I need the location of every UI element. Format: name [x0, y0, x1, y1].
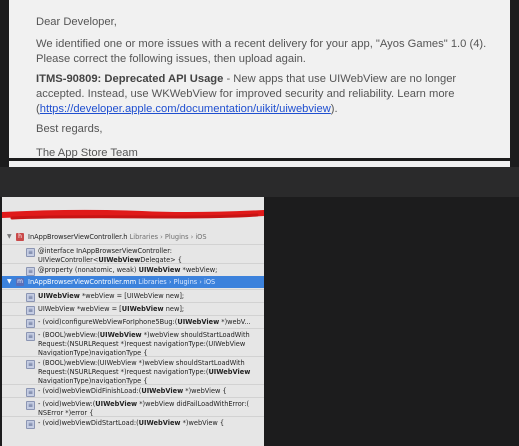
result-suffix: *)webView {: [183, 387, 227, 395]
email-greeting: Dear Developer,: [36, 16, 117, 28]
code-result-icon: ≡: [26, 388, 35, 397]
search-result-row[interactable]: ≡ - (void)webViewDidFinishLoad:(UIWebView…: [2, 384, 264, 397]
find-navigator-results: ▼ h InAppBrowserViewController.h Libraries…: [2, 197, 264, 446]
search-result-text: - (void)webViewDidStartLoad:(UIWebView *…: [38, 419, 258, 428]
result-suffix: *)webV...: [219, 318, 251, 326]
search-result-row[interactable]: ≡ - (void)webView:(UIWebView *)webView di…: [2, 397, 264, 417]
code-result-icon: ≡: [26, 420, 35, 429]
file-group-row[interactable]: ▼ m InAppBrowserViewController.mm Librarie…: [2, 276, 264, 288]
result-match: UIWebView: [99, 331, 142, 339]
file-name-label: InAppBrowserViewController.h: [28, 233, 128, 241]
issue-end: ).: [330, 103, 338, 115]
result-match: UIWebView: [121, 305, 164, 313]
search-result-row[interactable]: ≡ - (void)configureWebViewForIphone5Bug:(…: [2, 315, 264, 328]
dark-separator: [0, 167, 519, 197]
search-result-text: - (void)webViewDidFinishLoad:(UIWebView …: [38, 387, 258, 396]
code-result-icon: ≡: [26, 319, 35, 328]
disclosure-triangle-icon[interactable]: ▼: [7, 233, 12, 240]
result-suffix: new];: [163, 305, 185, 313]
result-match: UIWebView: [177, 318, 220, 326]
search-result-row[interactable]: ≡ UIWebView *webView = [UIWebView new];: [2, 302, 264, 315]
result-match: UIWebView: [38, 292, 80, 300]
result-suffix: *webView = [UIWebView new];: [79, 292, 185, 300]
search-result-row[interactable]: ≡ - (BOOL)webView:(UIWebView *)webView sh…: [2, 328, 264, 358]
file-name: InAppBrowserViewController.h Libraries ›…: [28, 233, 207, 241]
code-result-icon: ≡: [26, 248, 35, 257]
result-prefix: - (void)configureWebViewForIphone5Bug:(: [38, 318, 178, 326]
result-prefix: UIWebView *webView = [: [38, 305, 122, 313]
search-result-row[interactable]: ≡ - (void)webViewDidStartLoad:(UIWebView …: [2, 416, 264, 429]
result-prefix: - (void)webView:(: [38, 400, 96, 408]
search-result-row[interactable]: ≡ @interface InAppBrowserViewController: …: [2, 244, 264, 264]
code-result-icon: ≡: [26, 332, 35, 341]
implementation-file-icon: m: [16, 278, 24, 286]
result-match: UIWebView: [138, 419, 181, 427]
code-result-icon: ≡: [26, 306, 35, 315]
code-result-icon: ≡: [26, 360, 35, 369]
email-regards: Best regards,: [36, 123, 103, 135]
result-suffix: *webView;: [180, 266, 218, 274]
email-signature: The App Store Team: [36, 147, 138, 159]
search-result-row[interactable]: ≡ - (BOOL)webView:(UIWebView *)webView sh…: [2, 356, 264, 386]
issue-title: ITMS-90809: Deprecated API Usage: [36, 73, 224, 85]
search-result-row[interactable]: ≡ UIWebView *webView = [UIWebView new];: [2, 289, 264, 302]
documentation-link[interactable]: https://developer.apple.com/documentatio…: [40, 103, 331, 115]
code-result-icon: ≡: [26, 401, 35, 410]
search-result-row[interactable]: ≡ @property (nonatomic, weak) UIWebView *…: [2, 263, 264, 276]
result-suffix: *)webView {: [180, 419, 225, 427]
file-path-label: Libraries › Plugins › iOS: [129, 233, 207, 241]
search-result-text: UIWebView *webView = [UIWebView new];: [38, 305, 258, 314]
email-intro: We identified one or more issues with a …: [36, 38, 487, 65]
email-issue: ITMS-90809: Deprecated API Usage - New a…: [36, 72, 502, 117]
result-match: UIWebView: [141, 387, 184, 395]
file-name-label: InAppBrowserViewController.mm: [28, 278, 137, 286]
file-group-row[interactable]: ▼ h InAppBrowserViewController.h Libraries…: [2, 231, 264, 243]
search-result-text: @property (nonatomic, weak) UIWebView *w…: [38, 266, 258, 275]
red-redaction-scribble: [2, 209, 264, 220]
result-match: UIWebView: [95, 400, 138, 408]
search-result-text: - (BOOL)webView:(UIWebView *)webView sho…: [38, 331, 258, 358]
result-prefix: - (BOOL)webView:(: [38, 331, 100, 339]
result-prefix: - (void)webViewDidFinishLoad:(: [38, 387, 142, 395]
search-result-text: - (void)configureWebViewForIphone5Bug:(U…: [38, 318, 258, 327]
code-result-icon: ≡: [26, 293, 35, 302]
disclosure-triangle-icon[interactable]: ▼: [7, 278, 12, 285]
result-match: UIWebView: [138, 266, 181, 274]
email-message: Dear Developer, We identified one or mor…: [9, 0, 510, 159]
search-result-text: UIWebView *webView = [UIWebView new];: [38, 292, 258, 301]
search-result-text: - (BOOL)webView:(UIWebView *)webView sho…: [38, 359, 258, 386]
code-result-icon: ≡: [26, 267, 35, 276]
header-file-icon: h: [16, 233, 24, 241]
redaction-stroke: [2, 209, 264, 219]
result-match: UIWebView: [208, 368, 251, 376]
file-name: InAppBrowserViewController.mm Libraries …: [28, 278, 215, 286]
result-prefix: @property (nonatomic, weak): [38, 266, 139, 274]
result-prefix: - (void)webViewDidStartLoad:(: [38, 419, 139, 427]
file-path-label: Libraries › Plugins › iOS: [138, 278, 216, 286]
